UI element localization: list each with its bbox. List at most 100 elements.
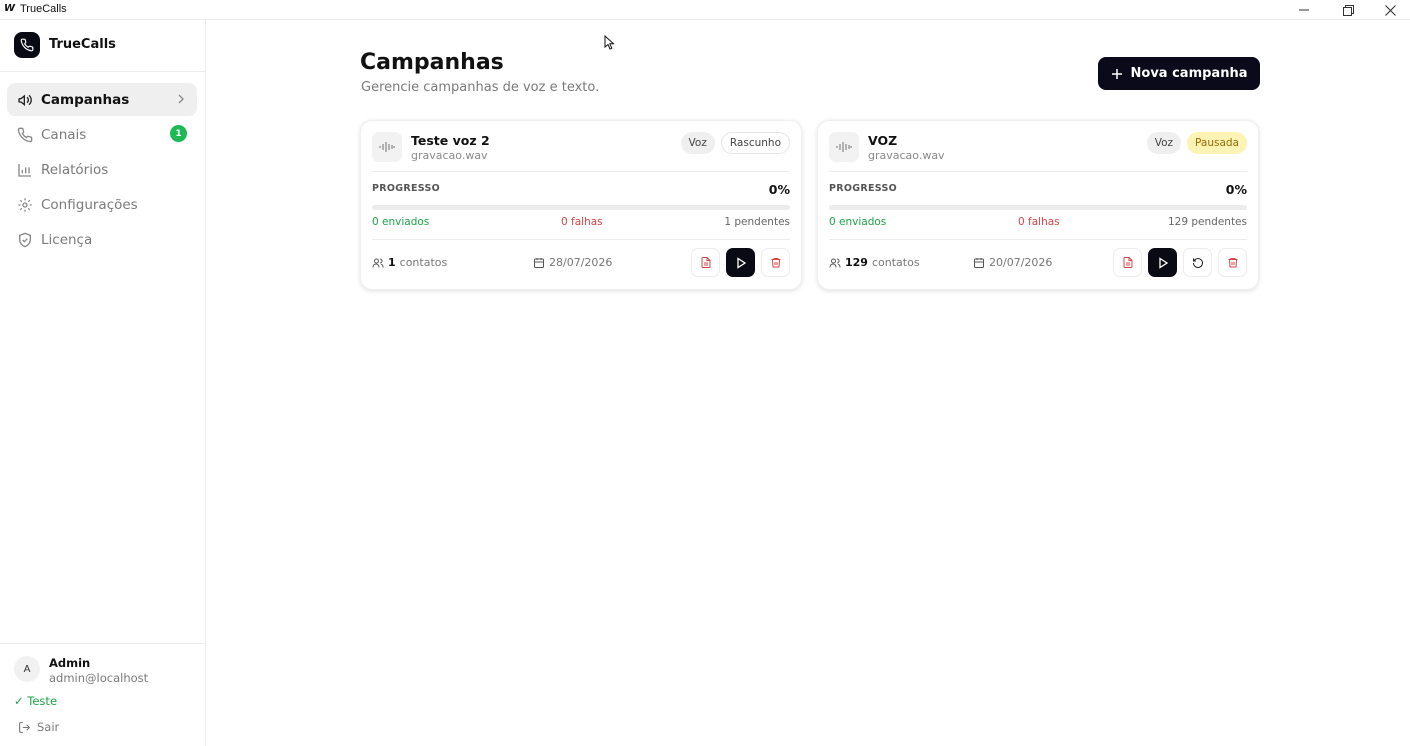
divider (372, 171, 790, 172)
page-title: Campanhas (360, 50, 504, 75)
status-badge: Rascunho (720, 132, 790, 154)
play-icon (1158, 256, 1168, 269)
document-icon (701, 257, 710, 268)
sidebar-item-label: Campanhas (41, 91, 130, 108)
avatar: A (14, 656, 40, 682)
contacts-label: contatos (871, 256, 920, 269)
campaign-date: 28/07/2026 (549, 256, 613, 269)
date-info: 20/07/2026 (973, 256, 1052, 269)
document-icon (1123, 257, 1132, 268)
megaphone-icon (18, 94, 32, 107)
user-email: admin@localhost (49, 671, 149, 685)
sidebar-item-campanhas[interactable]: Campanhas (7, 83, 197, 116)
campaign-file: gravacao.wav (868, 149, 945, 162)
brand-name: TrueCalls (49, 37, 116, 52)
play-button[interactable] (1148, 248, 1177, 277)
close-icon (1384, 4, 1396, 16)
progress-percent: 0% (768, 182, 790, 197)
calendar-icon (534, 257, 544, 268)
users-icon (372, 258, 384, 267)
window-titlebar: W TrueCalls (0, 0, 1410, 20)
campaign-date: 20/07/2026 (989, 256, 1053, 269)
plus-icon (1111, 68, 1122, 79)
user-name: Admin (49, 656, 91, 670)
chevron-right-icon (178, 94, 184, 104)
progress-bar (829, 205, 1247, 210)
restore-button[interactable] (1326, 0, 1370, 20)
sidebar: TrueCalls Campanhas Canais 1 Relatórios … (0, 20, 206, 746)
new-campaign-label: Nova campanha (1130, 66, 1248, 81)
divider (829, 239, 1247, 240)
sent-count: 0 enviados (829, 216, 887, 228)
notification-badge: 1 (170, 125, 187, 142)
campaign-card: Teste voz 2 gravacao.wav Voz Rascunho PR… (360, 120, 802, 290)
phone-logo-icon (14, 32, 40, 58)
sidebar-item-licenca[interactable]: Licença (7, 223, 197, 256)
bar-chart-icon (18, 164, 31, 177)
calendar-icon (974, 257, 984, 268)
failed-count: 0 falhas (1018, 216, 1060, 228)
reset-button[interactable] (1183, 248, 1212, 277)
date-info: 28/07/2026 (533, 256, 612, 269)
report-button[interactable] (1113, 248, 1142, 277)
report-button[interactable] (691, 248, 720, 277)
sidebar-item-label: Configurações (41, 196, 138, 213)
status-badge: Pausada (1187, 132, 1247, 154)
campaign-card: VOZ gravacao.wav Voz Pausada PROGRESSO 0… (817, 120, 1259, 290)
progress-label: PROGRESSO (829, 183, 897, 194)
pending-count: 129 pendentes (1168, 216, 1247, 228)
user-panel: A Admin admin@localhost ✓ Teste Sair (0, 643, 205, 746)
campaign-tags: Voz Rascunho (680, 132, 790, 154)
campaign-tags: Voz Pausada (1146, 132, 1247, 154)
minimize-icon (1299, 9, 1309, 11)
phone-icon (17, 127, 33, 143)
campaign-name: VOZ (868, 133, 898, 148)
app-logo-icon: W (4, 3, 16, 14)
progress-percent: 0% (1225, 182, 1247, 197)
minimize-button[interactable] (1282, 0, 1326, 20)
sidebar-item-label: Canais (41, 126, 87, 143)
sent-count: 0 enviados (372, 216, 430, 228)
type-badge: Voz (1146, 132, 1182, 154)
failed-count: 0 falhas (561, 216, 603, 228)
page-subtitle: Gerencie campanhas de voz e texto. (361, 80, 600, 95)
play-icon (736, 256, 746, 269)
progress-label: PROGRESSO (372, 183, 440, 194)
sidebar-item-canais[interactable]: Canais 1 (7, 118, 197, 151)
logout-icon (19, 721, 31, 733)
brand: TrueCalls (0, 20, 205, 72)
campaign-file: gravacao.wav (411, 149, 488, 162)
contacts-count: 129 (845, 256, 868, 269)
trash-icon (1228, 258, 1237, 268)
gear-icon (18, 198, 32, 212)
audio-wave-icon (372, 132, 402, 162)
window-title: TrueCalls (20, 3, 67, 15)
play-button[interactable] (726, 248, 755, 277)
type-badge: Voz (680, 132, 715, 154)
delete-button[interactable] (1218, 248, 1247, 277)
delete-button[interactable] (761, 248, 790, 277)
sidebar-item-label: Relatórios (41, 161, 109, 178)
new-campaign-button[interactable]: Nova campanha (1098, 57, 1260, 90)
sidebar-item-relatorios[interactable]: Relatórios (7, 153, 197, 186)
logout-button[interactable]: Sair (18, 720, 59, 734)
refresh-icon (1192, 257, 1203, 268)
divider (829, 171, 1247, 172)
users-icon (829, 258, 841, 267)
license-status: ✓ Teste (14, 694, 58, 708)
contacts-info: 129 contatos (829, 256, 920, 269)
close-button[interactable] (1368, 0, 1410, 20)
progress-bar (372, 205, 790, 210)
sidebar-item-configuracoes[interactable]: Configurações (7, 188, 197, 221)
pending-count: 1 pendentes (724, 216, 790, 228)
audio-wave-icon (829, 132, 859, 162)
restore-icon (1342, 4, 1354, 16)
logout-label: Sair (37, 720, 60, 734)
campaign-name: Teste voz 2 (411, 133, 490, 148)
divider (372, 239, 790, 240)
sidebar-item-label: Licença (41, 231, 93, 248)
mouse-cursor-icon (604, 35, 615, 50)
contacts-label: contatos (399, 256, 448, 269)
contacts-info: 1 contatos (372, 256, 447, 269)
contacts-count: 1 (388, 256, 396, 269)
